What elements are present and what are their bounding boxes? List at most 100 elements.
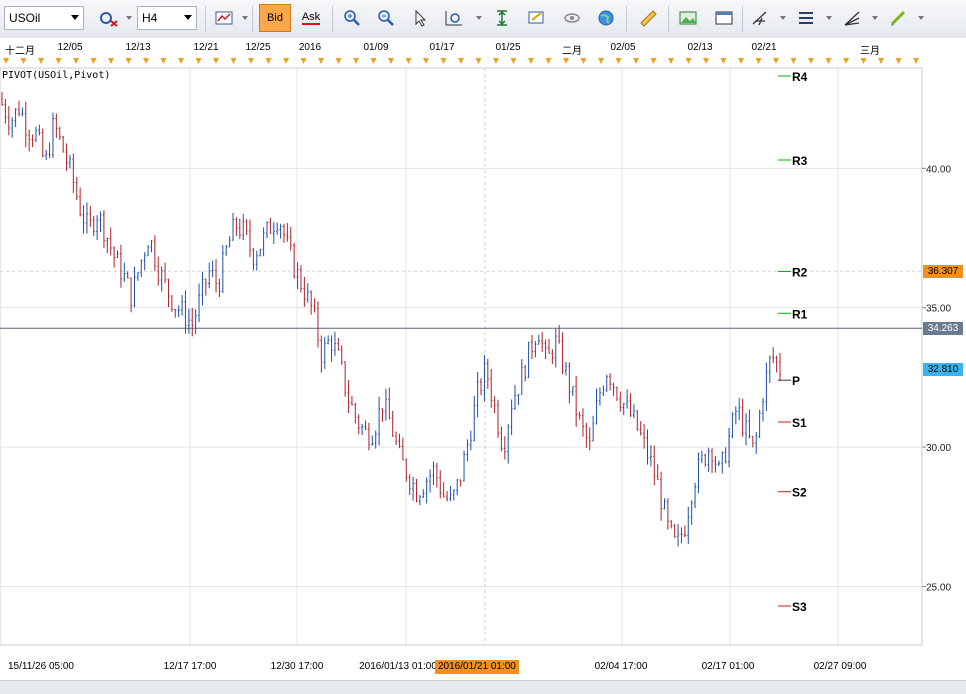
globe-icon[interactable] xyxy=(592,6,620,30)
time-tick-marker xyxy=(598,58,604,64)
line-tools-icon[interactable] xyxy=(746,6,774,30)
time-tick-marker xyxy=(825,58,832,64)
time-tick-marker xyxy=(808,58,814,64)
price-axis-label: 25.00 xyxy=(926,582,951,593)
time-tick-marker xyxy=(20,58,27,64)
pivot-label: S2 xyxy=(792,486,807,500)
timeframe-value: H4 xyxy=(142,11,158,25)
time-tick-marker xyxy=(195,58,202,64)
time-tick-marker xyxy=(73,58,79,64)
time-tick-marker xyxy=(685,58,692,64)
time-tick-marker xyxy=(423,58,429,64)
price-axis-label: 40.00 xyxy=(926,164,951,175)
bottom-axis-label: 2016/01/13 01:00 xyxy=(359,661,437,672)
time-tick-marker xyxy=(90,58,97,64)
properties-icon[interactable] xyxy=(522,6,550,30)
time-tick-marker xyxy=(38,58,44,64)
pivot-label: S1 xyxy=(792,416,807,430)
bottom-axis-label: 02/04 17:00 xyxy=(594,661,648,672)
time-tick-marker xyxy=(545,58,552,64)
time-tick-marker xyxy=(738,58,744,64)
time-tick-marker xyxy=(510,58,517,64)
ruler-icon[interactable] xyxy=(634,6,662,30)
pivot-label: R3 xyxy=(792,154,808,168)
bottom-axis-label: 02/17 01:00 xyxy=(701,661,755,672)
window-icon[interactable] xyxy=(710,6,738,30)
timeframe-select[interactable]: H4 xyxy=(137,6,197,30)
time-tick-marker xyxy=(300,58,307,64)
time-tick-marker xyxy=(475,58,482,64)
price-axis-label: 30.00 xyxy=(926,443,951,454)
pencil-icon[interactable] xyxy=(884,6,912,30)
bottom-axis-label: 15/11/26 05:00 xyxy=(8,661,74,672)
time-tick-marker xyxy=(913,58,919,64)
time-tick-marker xyxy=(3,58,9,64)
time-tick-marker xyxy=(248,58,254,64)
time-tick-marker xyxy=(143,58,149,64)
eye-icon[interactable] xyxy=(558,6,586,30)
ask-button[interactable]: Ask xyxy=(296,6,326,30)
symbol-value: USOil xyxy=(9,11,41,25)
time-tick-marker xyxy=(178,58,184,64)
time-tick-marker xyxy=(388,58,394,64)
bottom-axis-label: 12/30 17:00 xyxy=(270,661,324,672)
time-tick-marker xyxy=(493,58,499,64)
time-tick-marker xyxy=(878,58,884,64)
time-tick-marker xyxy=(843,58,849,64)
time-tick-marker xyxy=(773,58,779,64)
time-tick-marker xyxy=(108,58,114,64)
top-axis-ticks xyxy=(3,58,919,64)
horizontal-lines-icon[interactable] xyxy=(792,6,820,30)
time-tick-marker xyxy=(755,58,762,64)
time-tick-marker xyxy=(668,58,674,64)
time-tick-marker xyxy=(370,58,377,64)
time-tick-marker xyxy=(563,58,569,64)
time-tick-marker xyxy=(703,58,709,64)
pivot-label: R1 xyxy=(792,307,808,321)
time-tick-marker xyxy=(580,58,587,64)
price-chart[interactable]: R4 R3 R2 R1 P S1 S2 S3 40.00 35.00 30.00 25.00 xyxy=(0,38,966,658)
pivot-label: P xyxy=(792,374,800,388)
price-tag: 32.810 xyxy=(923,362,963,376)
price-axis-label: 35.00 xyxy=(926,304,951,315)
time-tick-marker xyxy=(265,58,272,64)
price-axis: 40.00 35.00 30.00 25.00 xyxy=(922,164,951,593)
time-tick-marker xyxy=(650,58,657,64)
time-tick-marker xyxy=(720,58,727,64)
indicator-label: PIVOT(USOil,Pivot) xyxy=(2,70,111,81)
zoom-out-icon[interactable] xyxy=(372,6,400,30)
pivot-label: R2 xyxy=(792,265,808,279)
bottom-axis-label: 02/27 09:00 xyxy=(813,661,867,672)
time-tick-marker xyxy=(633,58,639,64)
cursor-icon[interactable] xyxy=(406,6,434,30)
symbol-select[interactable]: USOil xyxy=(4,6,84,30)
pivot-label: S3 xyxy=(792,600,807,614)
time-tick-marker xyxy=(55,58,62,64)
time-tick-marker xyxy=(335,58,342,64)
chart-type-icon[interactable] xyxy=(210,6,238,30)
indicators-icon[interactable] xyxy=(440,6,468,30)
bid-button[interactable]: Bid xyxy=(259,4,291,32)
status-strip xyxy=(0,680,966,694)
time-tick-marker xyxy=(230,58,237,64)
price-tag: 36.307 xyxy=(923,265,963,279)
toolbar: USOil H4 Bid Ask xyxy=(0,0,966,39)
time-tick-marker xyxy=(790,58,797,64)
price-tag: 34.263 xyxy=(923,322,963,336)
time-tick-marker xyxy=(318,58,324,64)
bottom-axis-label: 12/17 17:00 xyxy=(163,661,217,672)
picture-icon[interactable] xyxy=(674,6,702,30)
time-tick-marker xyxy=(353,58,359,64)
time-tick-marker xyxy=(125,58,132,64)
plot-area xyxy=(0,67,923,646)
ask-label: Ask xyxy=(301,11,321,25)
bid-label: Bid xyxy=(267,12,283,24)
shift-chart-icon[interactable] xyxy=(488,6,516,30)
zoom-in-icon[interactable] xyxy=(338,6,366,30)
time-tick-marker xyxy=(283,58,289,64)
time-tick-marker xyxy=(213,58,219,64)
fan-tool-icon[interactable] xyxy=(838,6,866,30)
time-tick-marker xyxy=(160,58,167,64)
indicator-remove-icon[interactable] xyxy=(94,6,122,30)
time-tick-marker xyxy=(860,58,867,64)
